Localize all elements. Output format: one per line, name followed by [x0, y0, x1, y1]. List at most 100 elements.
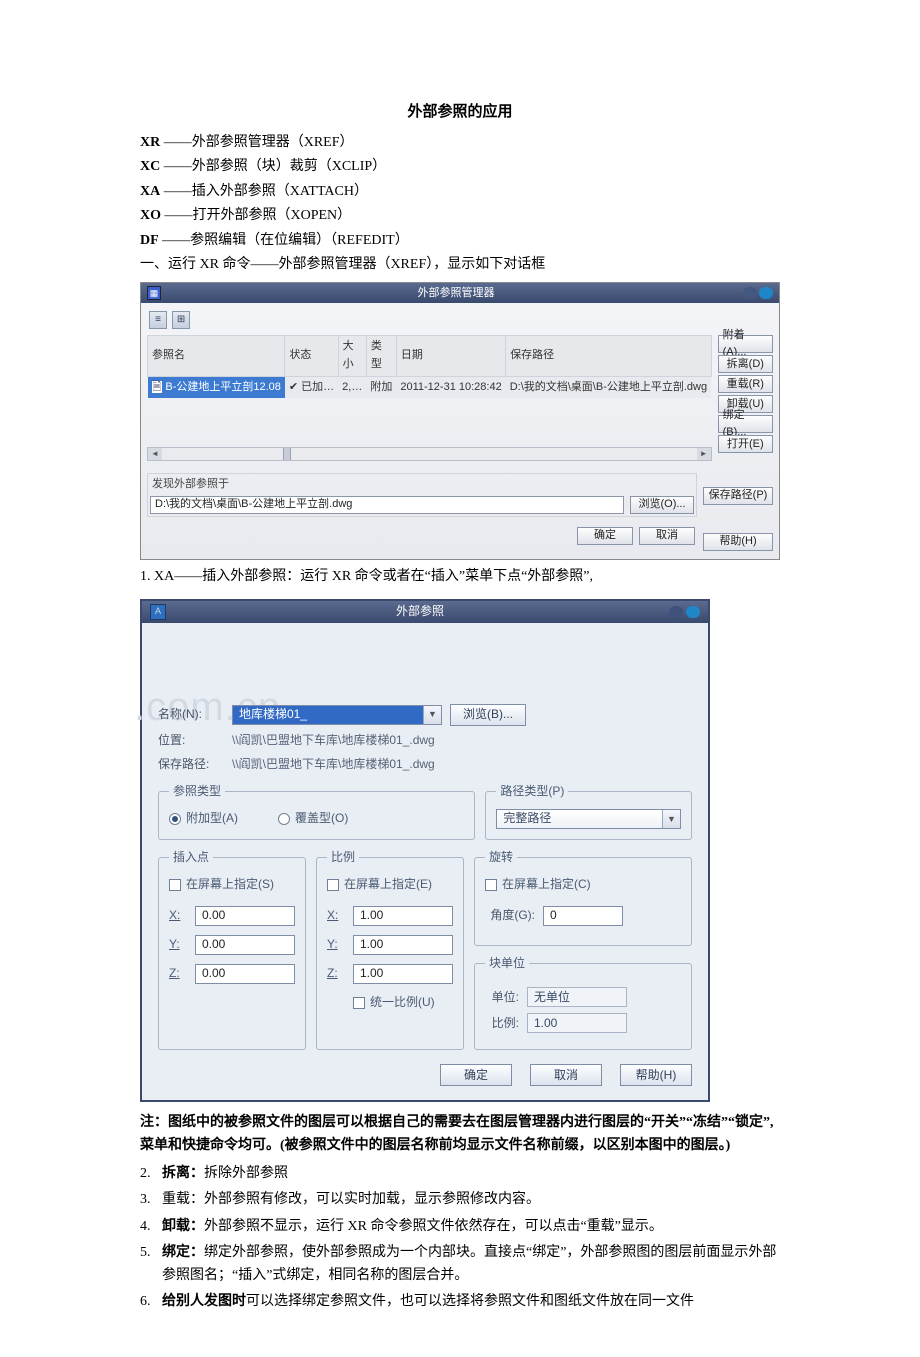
unit-value: 无单位: [527, 987, 627, 1007]
location-label: 位置:: [158, 731, 224, 750]
scroll-right-icon[interactable]: ►: [697, 448, 711, 460]
dialog-titlebar[interactable]: A 外部参照: [142, 601, 708, 623]
col-status[interactable]: 状态: [285, 336, 338, 376]
cell-path: D:\我的文档\桌面\B-公建地上平立剖.dwg: [506, 376, 711, 399]
scroll-left-icon[interactable]: ◄: [148, 448, 162, 460]
onscreen-s-check[interactable]: 在屏幕上指定(S): [169, 875, 274, 894]
scale-legend: 比例: [327, 848, 359, 867]
savepath-value: \\阎凯\巴盟地下车库\地库楼梯01_.dwg: [232, 755, 435, 774]
y-input[interactable]: 0.00: [195, 935, 295, 955]
reftype-attach-radio[interactable]: 附加型(A): [169, 809, 238, 828]
app-icon: A: [150, 604, 166, 620]
cancel-button[interactable]: 取消: [530, 1064, 602, 1086]
chevron-down-icon[interactable]: ▼: [662, 810, 680, 828]
z-input[interactable]: 0.00: [195, 964, 295, 984]
table-row[interactable]: 🗎B-公建地上平立剖12.08 ✔ 已加… 2,… 附加 2011-12-31 …: [148, 376, 712, 399]
command-definitions: XR ——外部参照管理器（XREF） XC ——外部参照（块）裁剪（XCLIP）…: [140, 132, 780, 252]
dialog-title: 外部参照: [174, 602, 666, 621]
chevron-down-icon[interactable]: ▼: [423, 706, 441, 724]
close-icon[interactable]: [759, 287, 773, 299]
onscreen-e-check[interactable]: 在屏幕上指定(E): [327, 875, 432, 894]
reftype-overlay-radio[interactable]: 覆盖型(O): [278, 809, 348, 828]
section-intro: 一、运行 XR 命令——外部参照管理器（XREF），显示如下对话框: [140, 254, 780, 276]
view-mode-toolbar: ≡ ⊞: [147, 309, 773, 335]
horizontal-scrollbar[interactable]: ◄ ►: [147, 447, 712, 461]
sy-label: Y:: [327, 935, 345, 954]
y-label: Y:: [169, 935, 187, 954]
cell-type: 附加: [366, 376, 396, 399]
sy-input[interactable]: 1.00: [353, 935, 453, 955]
list-view-icon[interactable]: ≡: [149, 311, 167, 329]
angle-label: 角度(G):: [485, 906, 535, 925]
bind-button[interactable]: 绑定(B)...: [718, 415, 773, 433]
detach-button[interactable]: 拆离(D): [718, 355, 773, 373]
sx-input[interactable]: 1.00: [353, 906, 453, 926]
insert-point-group: 插入点 在屏幕上指定(S) X:0.00 Y:0.00 Z:0.00: [158, 848, 306, 1050]
location-value: \\阎凯\巴盟地下车库\地库楼梯01_.dwg: [232, 731, 435, 750]
x-input[interactable]: 0.00: [195, 906, 295, 926]
cmd-abbr: XC: [140, 159, 160, 174]
dialog-title: 外部参照管理器: [169, 285, 743, 303]
ratio-label: 比例:: [485, 1014, 519, 1033]
save-path-button[interactable]: 保存路径(P): [703, 487, 773, 505]
name-combo[interactable]: 地库楼梯01_ ▼: [232, 705, 442, 725]
reload-button[interactable]: 重载(R): [718, 375, 773, 393]
block-unit-group: 块单位 单位:无单位 比例:1.00: [474, 954, 692, 1050]
onscreen-c-check[interactable]: 在屏幕上指定(C): [485, 875, 591, 894]
col-type[interactable]: 类型: [366, 336, 396, 376]
app-icon: ▦: [147, 286, 161, 300]
unit-label: 单位:: [485, 988, 519, 1007]
help-button[interactable]: 帮助(H): [620, 1064, 692, 1086]
list-item: 重载：外部参照有修改，可以实时加载，显示参照修改内容。: [162, 1189, 780, 1211]
angle-input[interactable]: 0: [543, 906, 623, 926]
dialog-titlebar[interactable]: ▦ 外部参照管理器: [141, 283, 779, 303]
cmd-abbr: XA: [140, 184, 160, 199]
xref-manager-dialog: ▦ 外部参照管理器 ≡ ⊞ 参照名 状态 大小 类型 日期: [140, 282, 780, 560]
col-path[interactable]: 保存路径: [506, 336, 711, 376]
path-type-value: 完整路径: [497, 809, 662, 828]
attach-button[interactable]: 附着(A)...: [718, 335, 773, 353]
reference-type-legend: 参照类型: [169, 782, 225, 801]
path-type-group: 路径类型(P) 完整路径 ▼: [485, 782, 692, 840]
found-at-group: 发现外部参照于 D:\我的文档\桌面\B-公建地上平立剖.dwg 浏览(O)..…: [147, 473, 697, 517]
rotate-legend: 旋转: [485, 848, 517, 867]
col-size[interactable]: 大小: [338, 336, 366, 376]
close-icon[interactable]: [686, 606, 700, 618]
x-label: X:: [169, 906, 187, 925]
list-item: 给别人发图时可以选择绑定参照文件，也可以选择将参照文件和图纸文件放在同一文件: [162, 1291, 780, 1313]
ratio-value: 1.00: [527, 1013, 627, 1033]
list-item: 绑定：绑定外部参照，使外部参照成为一个内部块。直接点“绑定”，外部参照图的图层前…: [162, 1242, 780, 1287]
browse-button[interactable]: 浏览(O)...: [630, 496, 694, 514]
tree-view-icon[interactable]: ⊞: [172, 311, 190, 329]
cell-size: 2,…: [338, 376, 366, 399]
path-type-select[interactable]: 完整路径 ▼: [496, 809, 681, 829]
col-name[interactable]: 参照名: [148, 336, 285, 376]
scroll-handle[interactable]: [283, 448, 291, 460]
reference-type-group: 参照类型 附加型(A) 覆盖型(O): [158, 782, 475, 840]
rotate-group: 旋转 在屏幕上指定(C) 角度(G): 0: [474, 848, 692, 946]
sz-input[interactable]: 1.00: [353, 964, 453, 984]
browse-button[interactable]: 浏览(B)...: [450, 704, 526, 726]
ok-button[interactable]: 确定: [440, 1064, 512, 1086]
list-item: 卸载：外部参照不显示，运行 XR 命令参照文件依然存在，可以点击“重载”显示。: [162, 1216, 780, 1238]
savepath-label: 保存路径:: [158, 755, 224, 774]
help-button[interactable]: 帮助(H): [703, 533, 773, 551]
item-1-text: 1. XA——插入外部参照：运行 XR 命令或者在“插入”菜单下点“外部参照”,: [140, 566, 780, 588]
cmd-abbr: XR: [140, 135, 160, 150]
minimize-icon[interactable]: [743, 287, 757, 299]
uniform-scale-check[interactable]: 统一比例(U): [353, 993, 435, 1012]
cell-status: ✔ 已加…: [285, 376, 338, 399]
col-date[interactable]: 日期: [396, 336, 505, 376]
cancel-button[interactable]: 取消: [639, 527, 695, 545]
note-text: 注：图纸中的被参照文件的图层可以根据自己的需要去在图层管理器内进行图层的“开关”…: [140, 1112, 780, 1157]
ok-button[interactable]: 确定: [577, 527, 633, 545]
minimize-icon[interactable]: [669, 606, 683, 618]
xref-attach-dialog: A 外部参照 .com.cn 名称(N): 地库楼梯01_ ▼ 浏览(B)...…: [140, 599, 710, 1103]
open-button[interactable]: 打开(E): [718, 435, 773, 453]
page-title: 外部参照的应用: [140, 100, 780, 124]
cell-date: 2011-12-31 10:28:42: [396, 376, 505, 399]
found-path-input[interactable]: D:\我的文档\桌面\B-公建地上平立剖.dwg: [150, 496, 624, 514]
name-label: 名称(N):: [158, 705, 224, 724]
name-value: 地库楼梯01_: [233, 706, 423, 724]
xref-table[interactable]: 参照名 状态 大小 类型 日期 保存路径 🗎B-公建地上平立剖12.08 ✔ 已…: [147, 335, 712, 399]
